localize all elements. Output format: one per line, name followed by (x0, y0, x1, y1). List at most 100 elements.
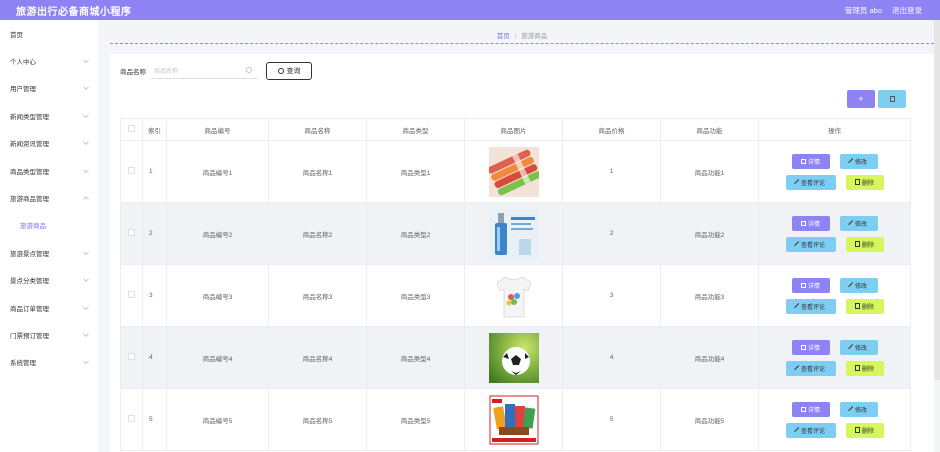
edit-icon (794, 365, 800, 371)
admin-label[interactable]: 管理员 abo (845, 5, 882, 16)
code-cell: 商品编号2 (166, 202, 269, 265)
query-button-label: 查询 (286, 68, 301, 75)
sidebar-item-label: 新闻类型管理 (10, 113, 49, 121)
chevron-down-icon (83, 139, 89, 146)
function-cell: 商品功能5 (660, 388, 759, 451)
edit-button[interactable]: 修改 (839, 153, 878, 169)
view-reviews-button[interactable]: 查看评论 (785, 174, 836, 190)
chevron-down-icon (83, 276, 89, 283)
price-cell: 5 (562, 388, 661, 451)
detail-button[interactable]: 详情 (791, 277, 830, 293)
batch-delete-button[interactable] (878, 90, 906, 108)
edit-icon (848, 282, 854, 288)
edit-button[interactable]: 修改 (839, 277, 878, 293)
sidebar-item[interactable]: 新闻类型管理 (0, 102, 98, 129)
sidebar-item[interactable]: 门票预订管理 (0, 321, 98, 348)
column-header: 商品名称 (268, 118, 367, 141)
delete-button-label: 删除 (861, 242, 874, 249)
select-cell (120, 326, 143, 389)
page-scrollbar[interactable] (934, 20, 940, 380)
image-cell (464, 264, 563, 327)
sidebar-item[interactable]: 旅游商品管理 (0, 184, 98, 211)
document-icon (800, 158, 806, 164)
name-cell: 商品名称5 (268, 388, 367, 451)
code-cell: 商品编号4 (166, 326, 269, 389)
trash-icon (854, 241, 860, 247)
detail-button[interactable]: 详情 (791, 401, 830, 417)
code-cell: 商品编号5 (166, 388, 269, 451)
delete-button[interactable]: 删除 (845, 174, 884, 190)
row-checkbox[interactable] (128, 291, 135, 298)
detail-button[interactable]: 详情 (791, 215, 830, 231)
row-checkbox[interactable] (128, 353, 135, 360)
delete-button[interactable]: 删除 (845, 236, 884, 252)
row-checkbox[interactable] (128, 167, 135, 174)
logout-link[interactable]: 退出登录 (892, 5, 922, 16)
product-image-tshirt (465, 270, 562, 321)
search-label: 商品名称 (120, 69, 146, 76)
sidebar-subitem[interactable]: 旅游商品 (0, 212, 98, 239)
actions-cell: 详情 修改 查看评论 删除 (758, 264, 911, 327)
edit-icon (794, 241, 800, 247)
document-icon (800, 282, 806, 288)
edit-button[interactable]: 修改 (839, 215, 878, 231)
product-image-serum-bottle (465, 208, 562, 259)
column-header: 商品编号 (166, 118, 269, 141)
trash-icon (854, 427, 860, 433)
add-button[interactable]: + (847, 90, 875, 108)
edit-button[interactable]: 修改 (839, 339, 878, 355)
table-row: 4 商品编号4 商品名称4 商品类型4 4 商品功能4 详情 修改 查看评论 删除 (120, 326, 911, 389)
edit-button-label: 修改 (854, 407, 867, 414)
detail-button[interactable]: 详情 (791, 339, 830, 355)
breadcrumb: 首页 / 旅游商品 (110, 26, 934, 44)
view-reviews-button[interactable]: 查看评论 (785, 422, 836, 438)
edit-icon (848, 158, 854, 164)
view-reviews-button[interactable]: 查看评论 (785, 236, 836, 252)
select-cell (120, 264, 143, 327)
delete-button[interactable]: 删除 (845, 360, 884, 376)
search-icon (246, 67, 252, 73)
table-header-row: 索引 商品编号 商品名称 商品类型 商品图片 商品价格 商品功能 操作 (120, 118, 911, 141)
search-input[interactable]: 商品名称 (150, 63, 258, 79)
sidebar-item[interactable]: 用户管理 (0, 75, 98, 102)
breadcrumb-home[interactable]: 首页 (497, 33, 510, 40)
select-all-checkbox[interactable] (128, 125, 135, 132)
sidebar-item[interactable]: 景点分类管理 (0, 267, 98, 294)
document-icon (800, 406, 806, 412)
edit-button-label: 修改 (854, 221, 867, 228)
sidebar-item-label: 用户管理 (10, 86, 36, 94)
view-reviews-button[interactable]: 查看评论 (785, 298, 836, 314)
trash-icon (889, 96, 895, 102)
view-reviews-button-label: 查看评论 (800, 242, 825, 249)
sidebar-item[interactable]: 个人中心 (0, 47, 98, 74)
row-checkbox[interactable] (128, 415, 135, 422)
chevron-up-icon (83, 196, 89, 203)
sidebar-item[interactable]: 系统管理 (0, 349, 98, 376)
edit-button-label: 修改 (854, 159, 867, 166)
edit-button[interactable]: 修改 (839, 401, 878, 417)
document-icon (800, 344, 806, 350)
view-reviews-button-label: 查看评论 (800, 428, 825, 435)
trash-icon (854, 303, 860, 309)
search-icon (277, 68, 284, 74)
sidebar-item[interactable]: 商品类型管理 (0, 157, 98, 184)
detail-button[interactable]: 详情 (791, 153, 830, 169)
query-button[interactable]: 查询 (266, 62, 312, 80)
chevron-down-icon (83, 358, 89, 365)
sidebar-item[interactable]: 旅游景点管理 (0, 239, 98, 266)
delete-button[interactable]: 删除 (845, 298, 884, 314)
image-cell (464, 202, 563, 265)
delete-button[interactable]: 删除 (845, 422, 884, 438)
row-checkbox[interactable] (128, 229, 135, 236)
sidebar-item-label: 商品类型管理 (10, 168, 49, 176)
sidebar-item[interactable]: 首页 (0, 20, 98, 47)
price-cell: 2 (562, 202, 661, 265)
product-image-snack-pack (465, 394, 562, 445)
select-cell (120, 388, 143, 451)
sidebar-item[interactable]: 商品订单管理 (0, 294, 98, 321)
sidebar-item-label: 门票预订管理 (10, 332, 49, 340)
sidebar-item[interactable]: 新闻资讯管理 (0, 130, 98, 157)
sidebar-item-label: 系统管理 (10, 360, 36, 368)
type-cell: 商品类型2 (366, 202, 465, 265)
view-reviews-button[interactable]: 查看评论 (785, 360, 836, 376)
